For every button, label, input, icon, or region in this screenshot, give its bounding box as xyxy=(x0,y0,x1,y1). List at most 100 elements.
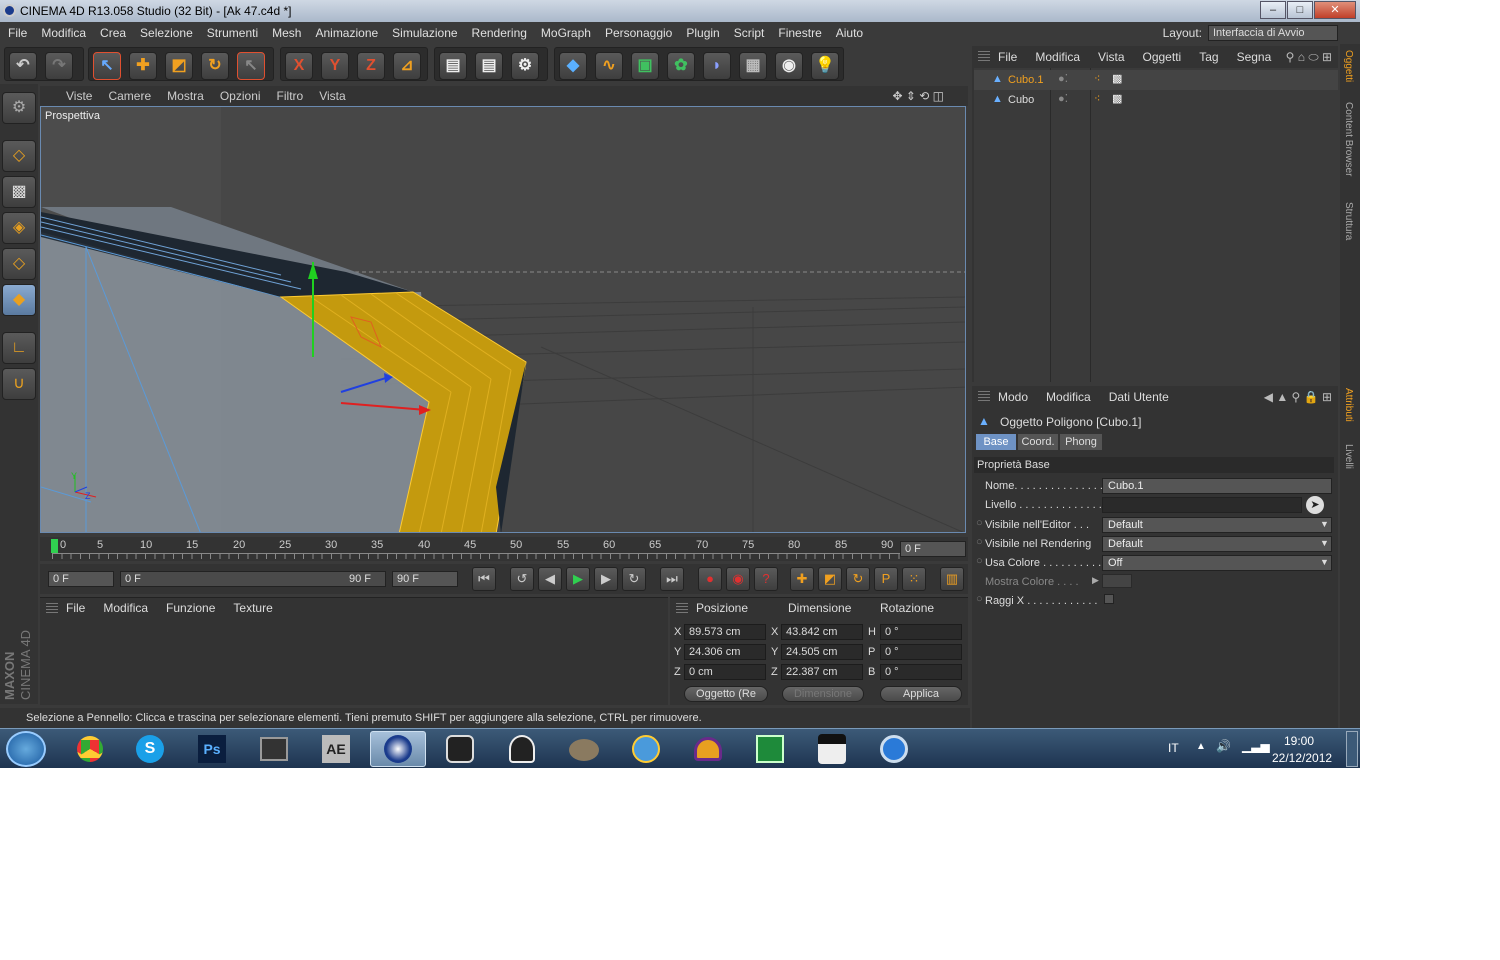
deformer-icon[interactable]: ◗ xyxy=(703,52,731,80)
use-color-dropdown[interactable]: Off xyxy=(1102,555,1332,571)
animate-dot[interactable]: ○ xyxy=(976,517,983,529)
y-axis-lock-icon[interactable]: Y xyxy=(321,52,349,80)
menu-simulazione[interactable]: Simulazione xyxy=(392,26,457,40)
rotation-p-field[interactable]: 0 ° xyxy=(880,644,962,660)
visible-render-dropdown[interactable]: Default xyxy=(1102,536,1332,552)
make-editable-icon[interactable]: ⚙ xyxy=(2,92,36,124)
photoshop-icon[interactable]: Ps xyxy=(184,731,240,767)
cinema4d-taskbar-icon[interactable] xyxy=(370,731,426,767)
menu-rendering[interactable]: Rendering xyxy=(472,26,527,40)
frame-range-slider[interactable]: 0 F 90 F xyxy=(120,571,386,587)
scale-icon[interactable]: ◩ xyxy=(165,52,193,80)
mat-menu-modifica[interactable]: Modifica xyxy=(103,601,148,615)
timeline-window-icon[interactable]: ▥ xyxy=(940,567,964,591)
obj-manager-icons[interactable]: ⚲ ⌂ ⬭ ⊞ xyxy=(1286,50,1332,65)
side-tab-content-browser[interactable]: Content Browser xyxy=(1343,102,1354,176)
last-tool-icon[interactable]: ↖ xyxy=(237,52,265,80)
3d-viewport[interactable]: Y Z Prospettiva xyxy=(40,106,966,533)
live-selection-icon[interactable]: ↖ xyxy=(93,52,121,80)
layout-dropdown[interactable]: Interfaccia di Avvio xyxy=(1208,25,1338,41)
move-icon[interactable]: ✚ xyxy=(129,52,157,80)
texture-tag-icon[interactable]: ▩ xyxy=(1112,72,1122,85)
apply-button[interactable]: Applica xyxy=(880,686,962,702)
attr-menu-modo[interactable]: Modo xyxy=(998,390,1028,404)
gimp-icon[interactable] xyxy=(556,731,612,767)
xray-checkbox[interactable] xyxy=(1104,594,1114,604)
obj-menu-modifica[interactable]: Modifica xyxy=(1035,50,1080,64)
timeline-playhead[interactable] xyxy=(51,539,58,553)
coordinate-system-icon[interactable]: ⊿ xyxy=(393,52,421,80)
object-name[interactable]: Cubo xyxy=(1008,94,1034,106)
spline-icon[interactable]: ∿ xyxy=(595,52,623,80)
skype-icon[interactable]: S xyxy=(122,731,178,767)
current-frame-field[interactable]: 0 F xyxy=(900,541,966,557)
size-z-field[interactable]: 22.387 cm xyxy=(781,664,863,680)
menu-mesh[interactable]: Mesh xyxy=(272,26,301,40)
side-tab-livelli[interactable]: Livelli xyxy=(1343,444,1354,469)
prev-key-icon[interactable]: ↺ xyxy=(510,567,534,591)
light-icon[interactable]: 💡 xyxy=(811,52,839,80)
next-frame-icon[interactable]: ▶ xyxy=(594,567,618,591)
menu-plugin[interactable]: Plugin xyxy=(686,26,719,40)
texture-mode-icon[interactable]: ▩ xyxy=(2,176,36,208)
size-x-field[interactable]: 43.842 cm xyxy=(781,624,863,640)
gecko-icon[interactable] xyxy=(432,731,488,767)
key-position-icon[interactable]: ✚ xyxy=(790,567,814,591)
maximize-button[interactable]: □ xyxy=(1287,1,1313,19)
network-icon[interactable]: ▁▃▅ xyxy=(1242,739,1270,753)
menu-selezione[interactable]: Selezione xyxy=(140,26,193,40)
floor-icon[interactable]: ▦ xyxy=(739,52,767,80)
autokey-icon[interactable]: ◉ xyxy=(726,567,750,591)
animate-dot[interactable]: ○ xyxy=(976,593,983,605)
snap-icon[interactable]: ∪ xyxy=(2,368,36,400)
map-icon[interactable] xyxy=(618,731,674,767)
start-frame-field[interactable]: 0 F xyxy=(48,571,114,587)
obj-menu-vista[interactable]: Vista xyxy=(1098,50,1124,64)
menu-script[interactable]: Script xyxy=(734,26,765,40)
nurbs-icon[interactable]: ▣ xyxy=(631,52,659,80)
tab-phong[interactable]: Phong xyxy=(1060,434,1102,450)
phong-tag-icon[interactable]: ⁖ xyxy=(1094,72,1100,85)
menu-aiuto[interactable]: Aiuto xyxy=(836,26,863,40)
key-param-icon[interactable]: P xyxy=(874,567,898,591)
undo-icon[interactable]: ↶ xyxy=(9,52,37,80)
key-pla-icon[interactable]: ⁙ xyxy=(902,567,926,591)
chrome-icon[interactable] xyxy=(62,731,118,767)
clock-time[interactable]: 19:00 xyxy=(1284,734,1314,748)
clock-date[interactable]: 22/12/2012 xyxy=(1272,751,1332,765)
inkscape-icon[interactable] xyxy=(494,731,550,767)
keyframe-selection-icon[interactable]: ? xyxy=(754,567,778,591)
play-icon[interactable]: ▶ xyxy=(566,567,590,591)
tab-coord[interactable]: Coord. xyxy=(1018,434,1058,450)
close-button[interactable]: ✕ xyxy=(1314,1,1356,19)
volume-icon[interactable]: 🔊 xyxy=(1216,739,1231,753)
mat-menu-funzione[interactable]: Funzione xyxy=(166,601,215,615)
viewport-menu-camere[interactable]: Camere xyxy=(108,89,151,103)
array-icon[interactable]: ✿ xyxy=(667,52,695,80)
object-name[interactable]: Cubo.1 xyxy=(1008,74,1043,86)
obj-menu-oggetti[interactable]: Oggetti xyxy=(1143,50,1182,64)
show-desktop-button[interactable] xyxy=(1346,731,1358,767)
attr-menu-modifica[interactable]: Modifica xyxy=(1046,390,1091,404)
audio-icon[interactable] xyxy=(680,731,736,767)
timeline-ruler[interactable]: 0 5 10 15 20 25 30 35 40 45 50 55 60 65 … xyxy=(40,537,968,561)
obj-menu-segna[interactable]: Segna xyxy=(1237,50,1272,64)
tab-base[interactable]: Base xyxy=(976,434,1016,450)
key-scale-icon[interactable]: ◩ xyxy=(818,567,842,591)
tray-expand-icon[interactable]: ▲ xyxy=(1196,741,1206,752)
model-mode-icon[interactable]: ◇ xyxy=(2,140,36,172)
viewport-menu-mostra[interactable]: Mostra xyxy=(167,89,204,103)
circle-app-icon[interactable] xyxy=(866,731,922,767)
excel-icon[interactable] xyxy=(742,731,798,767)
cube-object-icon[interactable]: ◆ xyxy=(559,52,587,80)
edges-mode-icon[interactable]: ◇ xyxy=(2,248,36,280)
language-indicator[interactable]: IT xyxy=(1168,741,1179,755)
layer-field[interactable] xyxy=(1102,497,1302,513)
key-rotation-icon[interactable]: ↻ xyxy=(846,567,870,591)
menu-strumenti[interactable]: Strumenti xyxy=(207,26,258,40)
position-x-field[interactable]: 89.573 cm xyxy=(684,624,766,640)
media-player-icon[interactable] xyxy=(246,731,302,767)
visibility-dots[interactable]: ●⁚ xyxy=(1058,92,1068,105)
menu-file[interactable]: File xyxy=(8,26,27,40)
start-button[interactable] xyxy=(6,731,46,767)
